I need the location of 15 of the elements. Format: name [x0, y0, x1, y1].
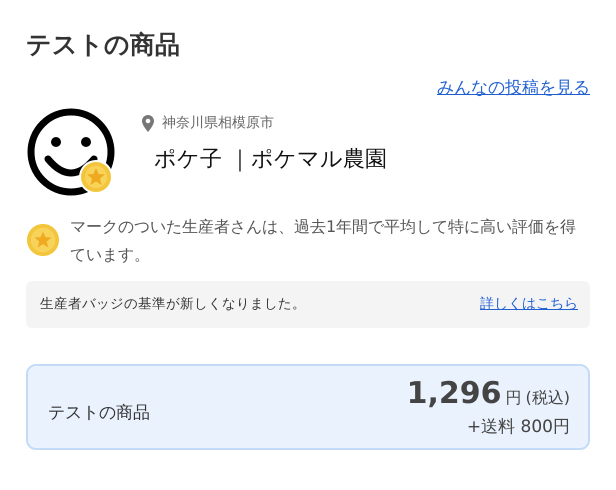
notice-text: 生産者バッジの基準が新しくなりました。 — [40, 295, 306, 313]
star-coin-icon — [26, 223, 60, 257]
location-pin-icon — [142, 114, 154, 132]
view-posts-link[interactable]: みんなの投稿を見る — [437, 76, 590, 99]
producer-name: ポケ子 ｜ポケマル農園 — [154, 146, 387, 174]
price-value: 1,296 — [406, 376, 502, 411]
smiley-avatar-icon — [26, 107, 116, 197]
product-name: テストの商品 — [48, 402, 150, 424]
badge-explanation: マークのついた生産者さんは、過去1年間で平均して特に高い評価を得ています。 — [70, 216, 578, 266]
details-link[interactable]: 詳しくはこちら — [480, 295, 578, 313]
shipping-fee: +送料 800円 — [466, 416, 570, 438]
page-title: テストの商品 — [26, 29, 181, 61]
tax-label: (税込) — [526, 388, 570, 409]
producer-location: 神奈川県相模原市 — [162, 114, 274, 132]
price-unit: 円 — [506, 388, 522, 409]
